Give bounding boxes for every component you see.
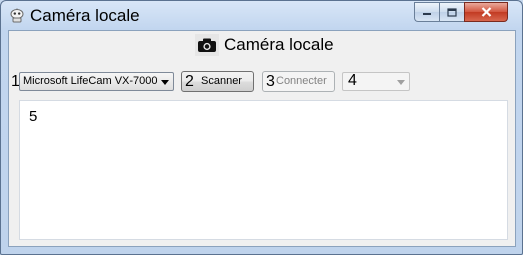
minimize-button[interactable] <box>414 2 439 22</box>
client-area: Caméra locale 1 Microsoft LifeCam VX-700… <box>8 30 516 247</box>
scanner-button-number: 2 <box>185 73 194 90</box>
content-panel[interactable]: 5 <box>19 100 508 240</box>
app-window: Caméra locale Caméra locale 1 Microsoft … <box>0 0 523 255</box>
camera-icon <box>195 34 219 56</box>
scanner-button[interactable]: 2 Scanner <box>181 71 254 92</box>
connect-button[interactable]: 3 Connecter <box>262 71 335 92</box>
camera-select-value: Microsoft LifeCam VX-7000 <box>23 75 158 87</box>
close-button[interactable] <box>464 2 508 22</box>
minimize-icon <box>423 13 431 15</box>
robot-app-icon[interactable] <box>9 8 25 24</box>
title-bar[interactable]: Caméra locale <box>1 1 522 31</box>
window-title: Caméra locale <box>30 6 140 25</box>
maximize-icon <box>447 7 457 17</box>
maximize-button[interactable] <box>439 2 464 22</box>
chevron-down-icon <box>161 80 169 85</box>
resolution-select-value: 4 <box>348 72 357 89</box>
connect-button-number: 3 <box>266 73 275 90</box>
resolution-select[interactable]: 4 <box>342 72 410 91</box>
connect-button-label: Connecter <box>276 75 327 87</box>
content-text: 5 <box>29 108 38 125</box>
header-row: Caméra locale <box>9 31 515 59</box>
scanner-button-label: Scanner <box>201 75 242 87</box>
camera-select[interactable]: Microsoft LifeCam VX-7000 <box>19 72 174 91</box>
chevron-down-icon <box>397 80 405 85</box>
close-icon <box>481 7 491 17</box>
header-title: Caméra locale <box>224 35 334 54</box>
caption-buttons <box>414 2 508 22</box>
